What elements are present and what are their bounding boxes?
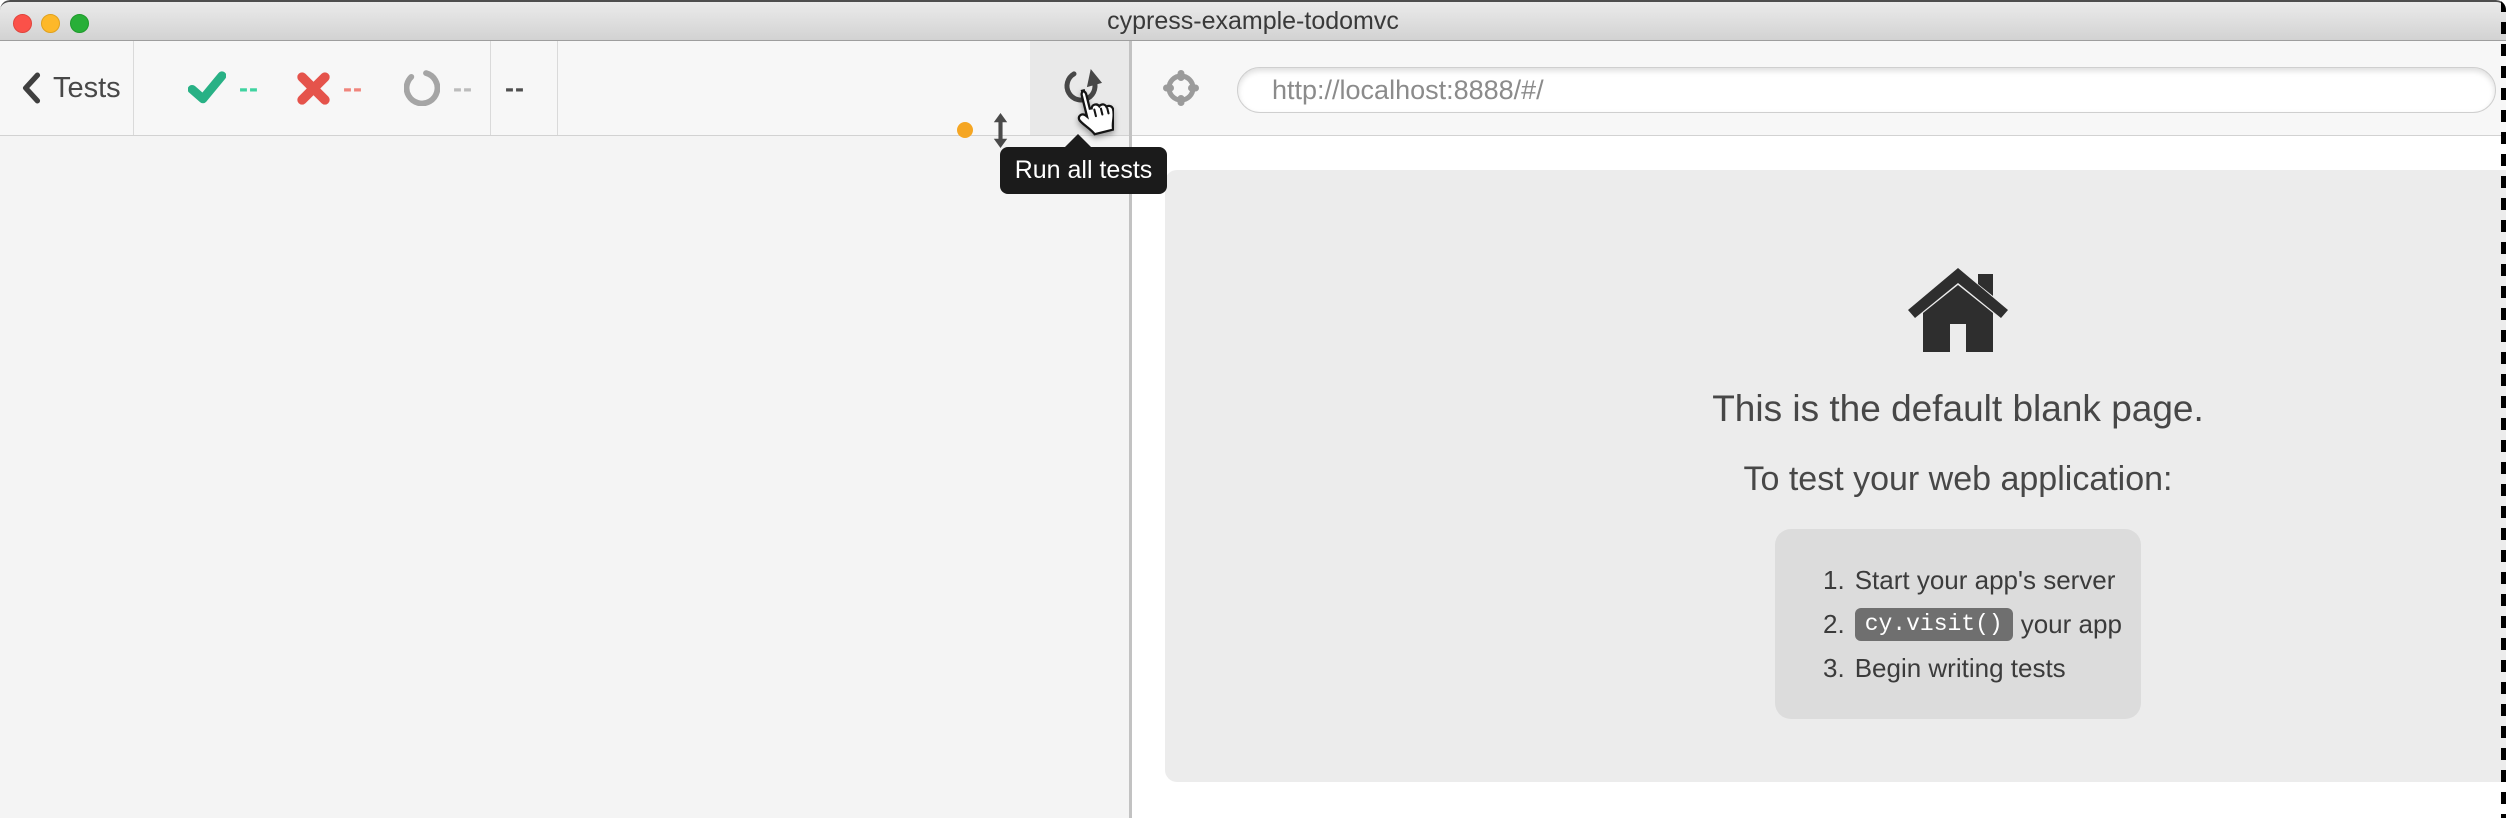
instruction-step: 3. Begin writing tests: [1823, 653, 2123, 684]
hand-cursor-icon: [1062, 88, 1114, 140]
duration-value: --: [505, 41, 525, 135]
status-dot: [957, 122, 973, 138]
toolbar-divider: [557, 41, 558, 135]
failed-count: --: [343, 73, 363, 104]
capture-crop-edge: [2501, 0, 2506, 818]
cypress-runner-window: cypress-example-todomvc Tests -- --: [0, 0, 2506, 818]
selector-playground-button[interactable]: [1159, 66, 1203, 110]
passed-count: --: [239, 73, 259, 104]
run-all-tests-tooltip: Run all tests: [1000, 147, 1167, 194]
back-to-tests-button[interactable]: Tests: [20, 41, 121, 135]
step-text: Begin writing tests: [1855, 653, 2066, 684]
url-input[interactable]: [1238, 68, 2495, 112]
toolbar-divider: [490, 41, 491, 135]
pending-count: --: [453, 73, 473, 104]
default-blank-page: This is the default blank page. To test …: [1165, 170, 2506, 782]
crosshair-icon: [1159, 66, 1203, 110]
titlebar: cypress-example-todomvc: [0, 0, 2506, 41]
blank-page-subheading: To test your web application:: [1743, 460, 2172, 499]
toolbar-divider: [133, 41, 134, 135]
instruction-step: 2. cy.visit() your app: [1823, 608, 2123, 641]
auto-scroll-icon[interactable]: [988, 113, 1013, 148]
step-text: your app: [2021, 609, 2122, 640]
stat-failed: --: [297, 41, 363, 135]
blank-page-heading: This is the default blank page.: [1712, 388, 2204, 430]
stat-passed: --: [188, 41, 259, 135]
address-bar: [1237, 67, 2496, 113]
instruction-step: 1. Start your app's server: [1823, 565, 2123, 596]
back-to-tests-label: Tests: [53, 72, 121, 105]
stat-pending: --: [404, 41, 473, 135]
home-icon: [1906, 266, 2010, 354]
x-icon: [297, 72, 330, 105]
step-number: 2.: [1823, 609, 1845, 640]
check-icon: [188, 69, 226, 107]
instructions-box: 1. Start your app's server 2. cy.visit()…: [1775, 529, 2141, 719]
runner-toolbar: Tests -- -- -- --: [0, 41, 2506, 136]
step-text: Start your app's server: [1855, 565, 2116, 596]
chevron-left-icon: [20, 72, 42, 104]
spec-list-pane: [0, 136, 1129, 818]
pending-ring-icon: [404, 70, 440, 106]
step-number: 3.: [1823, 653, 1845, 684]
window-title: cypress-example-todomvc: [0, 2, 2506, 41]
code-chip: cy.visit(): [1855, 608, 2013, 641]
step-number: 1.: [1823, 565, 1845, 596]
